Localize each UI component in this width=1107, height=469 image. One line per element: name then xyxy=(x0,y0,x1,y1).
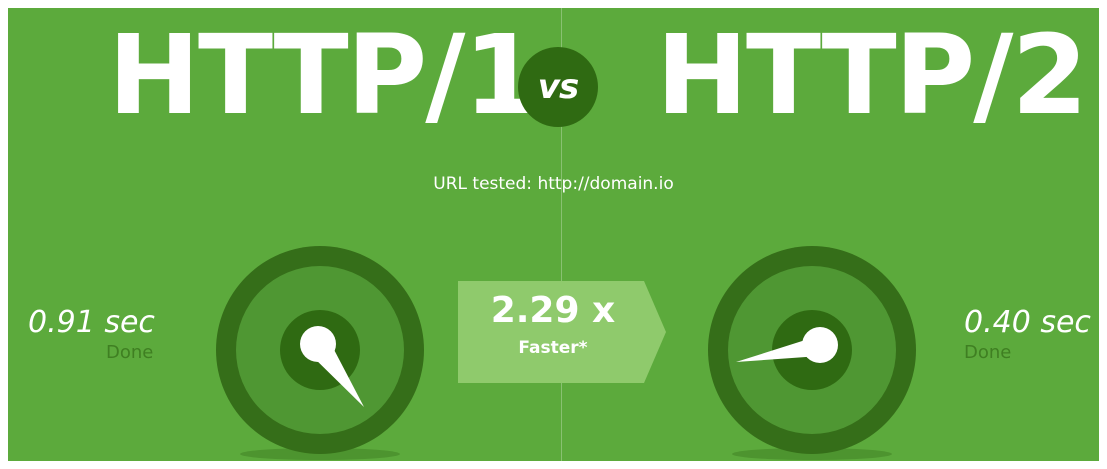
http1-gauge-icon xyxy=(214,244,426,460)
http2-status: Done xyxy=(964,342,1012,363)
http2-gauge-icon xyxy=(706,244,918,460)
http1-title: HTTP/1 xyxy=(108,11,540,139)
http1-status: Done xyxy=(106,342,154,363)
http2-load-time: 0.40 sec xyxy=(964,305,1091,340)
http1-load-time: 0.91 sec xyxy=(28,305,155,340)
http2-title: HTTP/2 xyxy=(656,11,1088,139)
url-tested-text: URL tested: http://domain.io xyxy=(433,174,674,194)
speedup-label: Faster* xyxy=(518,338,588,358)
vs-label: vs xyxy=(537,67,579,107)
speedup-arrow-icon: 2.29 x Faster* xyxy=(458,281,666,383)
vs-badge: vs xyxy=(518,47,598,127)
speedup-value: 2.29 x xyxy=(490,290,616,331)
comparison-banner: HTTP/1 vs HTTP/2 URL tested: http://doma… xyxy=(8,8,1099,461)
